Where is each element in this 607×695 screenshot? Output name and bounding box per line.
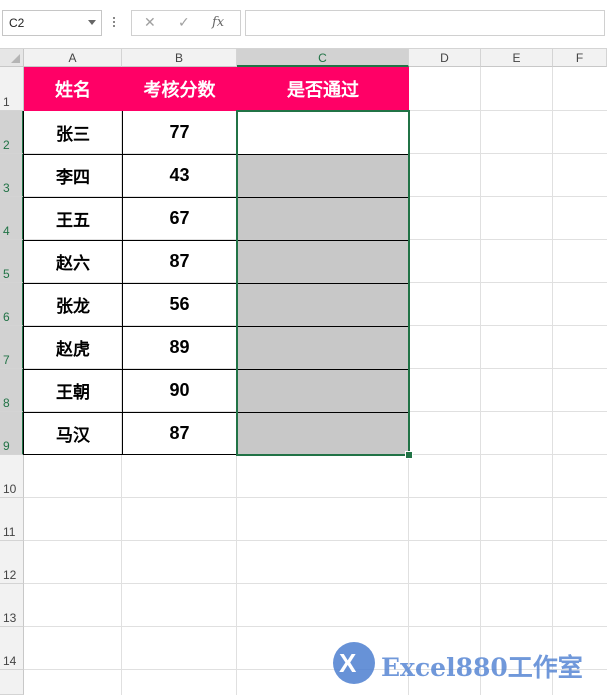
row-header-2[interactable]: 2 xyxy=(0,111,24,154)
name-box[interactable]: C2 xyxy=(2,10,102,36)
more-options-icon[interactable] xyxy=(113,15,116,31)
cell-pass[interactable] xyxy=(237,326,409,369)
table-border xyxy=(23,154,409,155)
table-border xyxy=(23,283,409,284)
header-name[interactable]: 姓名 xyxy=(24,67,122,111)
cell-pass[interactable] xyxy=(237,412,409,455)
column-header-d[interactable]: D xyxy=(409,49,481,67)
select-all-triangle-icon xyxy=(11,54,20,63)
cell-name[interactable]: 张龙 xyxy=(24,283,122,326)
cell-pass[interactable] xyxy=(237,240,409,283)
table-border xyxy=(23,412,409,413)
cell-name[interactable]: 王五 xyxy=(24,197,122,240)
cell-pass[interactable] xyxy=(237,154,409,197)
check-icon[interactable]: ✓ xyxy=(178,15,190,31)
column-header-e[interactable]: E xyxy=(481,49,553,67)
insert-function-icon[interactable]: fx xyxy=(212,15,224,30)
row-header-6[interactable]: 6 xyxy=(0,283,24,326)
row-header-10[interactable]: 10 xyxy=(0,455,24,498)
cell-name[interactable]: 张三 xyxy=(24,111,122,154)
table-border xyxy=(23,369,409,370)
cell-score[interactable]: 56 xyxy=(122,283,237,326)
cell-name[interactable]: 王朝 xyxy=(24,369,122,412)
excel880-logo: X xyxy=(333,642,375,684)
formula-buttons: ✕ ✓ fx xyxy=(131,10,241,36)
fill-handle[interactable] xyxy=(405,451,413,459)
select-all-button[interactable] xyxy=(0,49,24,67)
row-header-3[interactable]: 3 xyxy=(0,154,24,197)
row-header-5[interactable]: 5 xyxy=(0,240,24,283)
column-header-a[interactable]: A xyxy=(24,49,122,67)
column-header-c[interactable]: C xyxy=(237,49,409,67)
formula-input[interactable] xyxy=(245,10,605,36)
column-header-f[interactable]: F xyxy=(553,49,607,67)
cell-score[interactable]: 67 xyxy=(122,197,237,240)
cell-score[interactable]: 87 xyxy=(122,412,237,455)
cell-score[interactable]: 43 xyxy=(122,154,237,197)
header-pass[interactable]: 是否通过 xyxy=(237,67,409,111)
row-header-12[interactable]: 12 xyxy=(0,541,24,584)
cell-score[interactable]: 89 xyxy=(122,326,237,369)
chevron-down-icon[interactable] xyxy=(88,20,96,25)
cell-name[interactable]: 赵虎 xyxy=(24,326,122,369)
cell-pass[interactable] xyxy=(237,369,409,412)
cell-pass[interactable] xyxy=(237,283,409,326)
row-header-9[interactable]: 9 xyxy=(0,412,24,455)
row-header-7[interactable]: 7 xyxy=(0,326,24,369)
cell-name[interactable]: 赵六 xyxy=(24,240,122,283)
watermark-text: Excel880工作室 xyxy=(381,653,583,682)
header-score[interactable]: 考核分数 xyxy=(122,67,237,111)
row-header-14[interactable]: 14 xyxy=(0,627,24,670)
cell-pass[interactable] xyxy=(237,197,409,240)
cancel-icon[interactable]: ✕ xyxy=(144,15,156,31)
cell-score[interactable]: 90 xyxy=(122,369,237,412)
cell-name[interactable]: 李四 xyxy=(24,154,122,197)
cell-pass-active[interactable] xyxy=(237,111,409,154)
cell-name[interactable]: 马汉 xyxy=(24,412,122,455)
table-border xyxy=(23,240,409,241)
row-header-13[interactable]: 13 xyxy=(0,584,24,627)
row-header-8[interactable]: 8 xyxy=(0,369,24,412)
row-header-4[interactable]: 4 xyxy=(0,197,24,240)
cell-score[interactable]: 77 xyxy=(122,111,237,154)
table-border xyxy=(23,197,409,198)
name-box-value: C2 xyxy=(9,16,25,30)
row-header-15[interactable] xyxy=(0,670,24,695)
column-header-b[interactable]: B xyxy=(122,49,237,67)
table-border xyxy=(23,454,409,455)
row-header-11[interactable]: 11 xyxy=(0,498,24,541)
formula-bar: C2 ✕ ✓ fx xyxy=(0,0,607,49)
row-header-1[interactable]: 1 xyxy=(0,67,24,111)
watermark: X Excel880工作室 xyxy=(333,640,603,688)
cell-score[interactable]: 87 xyxy=(122,240,237,283)
table-border xyxy=(23,326,409,327)
